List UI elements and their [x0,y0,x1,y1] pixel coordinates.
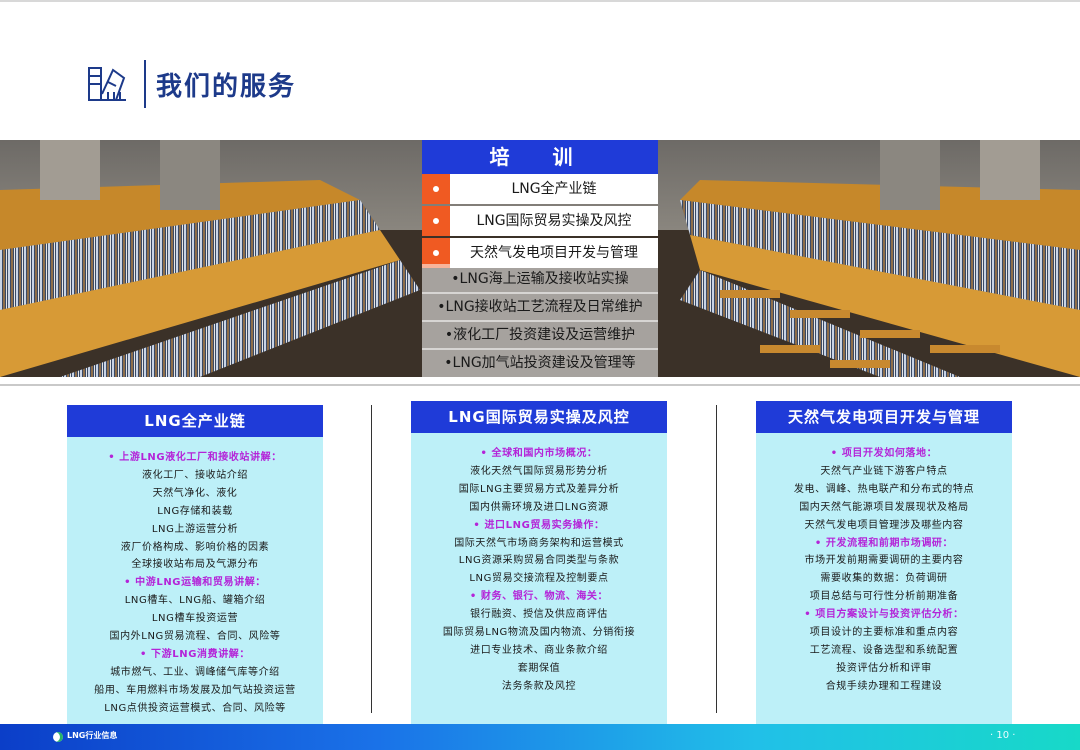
section-heading: • 项目方案设计与投资评估分析： [804,609,964,621]
section-heading: • 进口LNG贸易实务操作： [473,519,605,531]
list-item: 城市燃气、工业、调峰储气库等介绍 [110,666,280,678]
header-separator [144,60,146,108]
list-item: 国内天然气能源项目发展现状及格局 [799,501,969,513]
training-main-item: LNG全产业链 [422,174,658,204]
list-item: 全球接收站布局及气源分布 [131,559,259,571]
page-title: 我们的服务 [156,72,297,102]
footer-bar: LNG行业信息 · 10 · [0,724,1080,750]
column-divider [716,405,717,713]
page-number: · 10 · [990,730,1016,741]
column-divider [371,405,372,713]
training-main-label: LNG国际贸易实操及风控 [450,206,658,236]
top-line [0,0,1080,2]
list-item: 国内外LNG贸易流程、合同、风险等 [109,631,281,643]
footer-label: LNG行业信息 [67,731,118,740]
section-heading: • 中游LNG运输和贸易讲解： [124,577,266,589]
list-item: 国际天然气市场商务架构和运营模式 [454,537,624,549]
column-content-box: • 上游LNG液化工厂和接收站讲解： 液化工厂、接收站介绍 天然气净化、液化 LNG存… [67,437,323,725]
list-item: LNG点供投资运营模式、合同、风险等 [104,702,286,714]
list-item: LNG上游运营分析 [151,523,239,535]
list-item: 项目总结与可行性分析前期准备 [809,591,959,603]
list-item: 液化天然气国际贸易形势分析 [470,465,608,477]
list-item: 需要收集的数据：负荷调研 [820,573,948,585]
list-item: LNG贸易交接流程及控制要点 [469,573,609,585]
document-icon [86,64,128,104]
list-item: 国内供需环境及进口LNG资源 [469,501,609,513]
training-title: 培 训 [422,140,658,174]
section-heading: • 财务、银行、物流、海关： [469,591,609,603]
list-item: 银行融资、授信及供应商评估 [470,609,608,621]
section-heading: • 上游LNG液化工厂和接收站讲解： [108,452,282,463]
training-sub-item: •LNG接收站工艺流程及日常维护 [422,292,658,322]
column-title: 天然气发电项目开发与管理 [756,401,1012,433]
list-item: 工艺流程、设备选型和系统配置 [809,644,959,656]
list-item: 天然气净化、液化 [152,487,238,499]
list-item: 市场开发前期需要调研的主要内容 [804,555,964,567]
list-item: 发电、调峰、热电联产和分布式的特点 [793,483,975,495]
logo-icon [53,732,63,742]
list-item: 合规手续办理和工程建设 [825,680,943,692]
training-main-item: LNG国际贸易实操及风控 [422,206,658,236]
training-main-label: LNG全产业链 [450,174,658,204]
list-item: 天然气发电项目管理涉及哪些内容 [804,519,964,531]
training-sub-item: •LNG海上运输及接收站实操 [422,264,658,294]
list-item: 国际LNG主要贸易方式及差异分析 [458,483,620,495]
training-sub-item: •液化工厂投资建设及运营维护 [422,320,658,350]
list-item: 项目设计的主要标准和重点内容 [809,627,959,639]
training-sub-item: •LNG加气站投资建设及管理等 [422,348,658,378]
list-item: 液化工厂、接收站介绍 [142,469,248,481]
banner-divider [0,384,1080,386]
bullet-icon [422,174,450,204]
list-item: 套期保值 [517,662,561,674]
list-item: 天然气产业链下游客户特点 [820,465,948,477]
section-heading: • 项目开发如何落地： [830,448,938,459]
bullet-icon [422,206,450,236]
column-title: LNG全产业链 [67,405,323,437]
column-content-box: • 项目开发如何落地： 天然气产业链下游客户特点发电、调峰、热电联产和分布式的特点… [756,433,1012,725]
list-item: LNG槽车投资运营 [151,613,239,625]
list-item: 投资评估分析和评审 [836,662,932,674]
list-item: LNG槽车、LNG船、罐箱介绍 [124,595,266,607]
list-item: 进口专业技术、商业条款介绍 [470,644,608,656]
list-item: 船用、车用燃料市场发展及加气站投资运营 [94,684,296,696]
section-heading: • 下游LNG消费讲解： [139,648,251,660]
column-content-box: • 全球和国内市场概况： 液化天然气国际贸易形势分析 国际LNG主要贸易方式及差异分… [411,433,667,725]
list-item: LNG资源采购贸易合同类型与条款 [458,555,620,567]
list-item: 法务条款及风控 [501,680,577,692]
section-heading: • 开发流程和前期市场调研： [814,537,954,549]
list-item: 液厂价格构成、影响价格的因素 [120,541,270,553]
column-title: LNG国际贸易实操及风控 [411,401,667,433]
list-item: 国际贸易LNG物流及国内物流、分销衔接 [442,627,636,639]
list-item: LNG存储和装载 [157,505,233,517]
section-heading: • 全球和国内市场概况： [480,448,598,459]
